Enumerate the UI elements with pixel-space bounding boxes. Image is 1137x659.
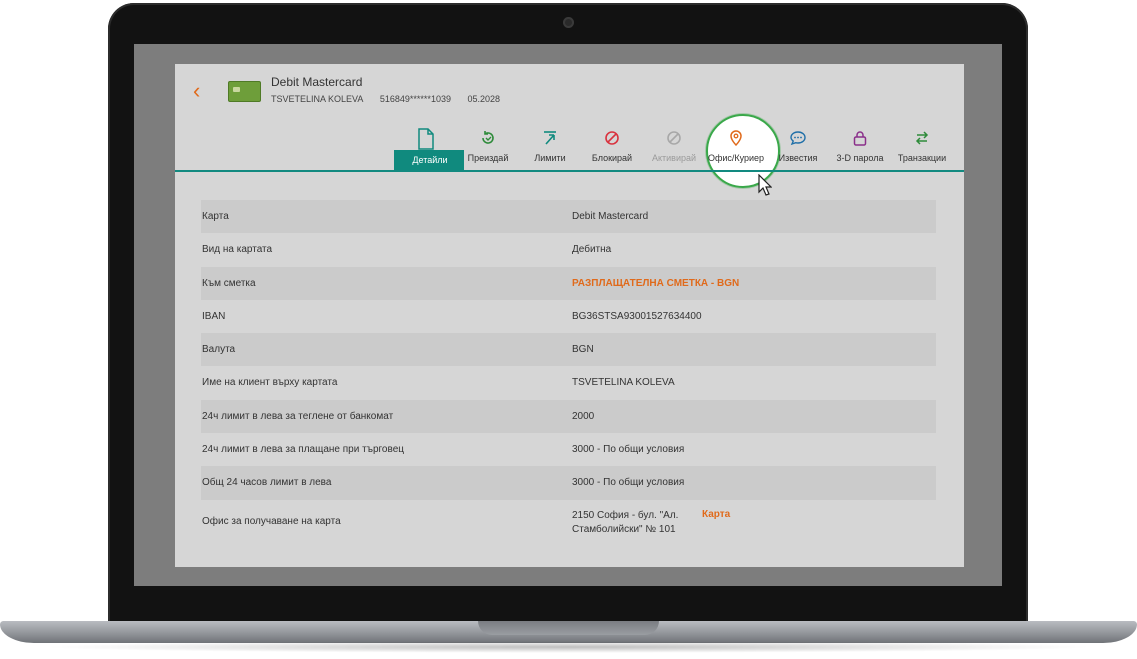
table-row: Валута BGN (201, 333, 936, 367)
card-holder: TSVETELINA KOLEVA (271, 94, 364, 104)
row-label: Вид на картата (202, 244, 273, 256)
card-title: Debit Mastercard (271, 75, 363, 89)
tab-transactions[interactable]: Транзакции (891, 124, 953, 170)
table-row: Към сметка РАЗПЛАЩАТЕЛНА СМЕТКА - BGN (201, 266, 936, 300)
document-icon (395, 128, 457, 150)
row-label: IBAN (202, 310, 226, 322)
location-pin-icon (705, 130, 767, 147)
tab-block[interactable]: Блокирай (581, 124, 643, 170)
card-details-panel: ‹ Debit Mastercard TSVETELINA KOLEVA 516… (175, 64, 964, 567)
row-value: Debit Mastercard (572, 211, 649, 222)
activate-icon (643, 130, 705, 146)
row-label: 24ч лимит в лева за плащане при търговец (202, 444, 404, 456)
row-value: Дебитна (572, 244, 612, 256)
block-icon (581, 130, 643, 146)
card-expiry: 05.2028 (467, 94, 501, 104)
table-row: 24ч лимит в лева за плащане при търговец… (201, 433, 936, 466)
account-link[interactable]: РАЗПЛАЩАТЕЛНА СМЕТКА - BGN (572, 278, 739, 289)
row-label: Име на клиент върху картата (202, 377, 338, 389)
table-row: Вид на картата Дебитна (201, 233, 936, 266)
transfer-icon (891, 130, 953, 146)
laptop-shadow (40, 641, 1097, 653)
row-label: 24ч лимит в лева за теглене от банкомат (202, 410, 394, 422)
card-details-table: Карта Debit Mastercard Вид на картата Де… (201, 200, 936, 548)
row-label: Към сметка (202, 277, 256, 289)
row-value: BG36STSA93001527634400 (572, 310, 702, 322)
tab-details[interactable]: Детайли (394, 124, 464, 170)
table-row: Карта Debit Mastercard (201, 200, 936, 234)
map-link[interactable]: Карта (702, 509, 730, 520)
tab-underline (175, 170, 964, 172)
lock-icon (829, 130, 891, 146)
chat-icon (767, 130, 829, 146)
tab-label: Транзакции (897, 153, 947, 163)
limits-icon (519, 130, 581, 146)
tab-3d-password[interactable]: 3-D парола (829, 124, 891, 170)
refresh-icon (457, 130, 519, 146)
table-row: Общ 24 часов лимит в лева 3000 - По общи… (201, 466, 936, 500)
laptop-notch (478, 621, 659, 635)
card-subtitle: TSVETELINA KOLEVA 516849******1039 05.20… (271, 94, 514, 104)
tab-notifications[interactable]: Известия (767, 124, 829, 170)
row-label: Карта (202, 211, 229, 222)
row-value: TSVETELINA KOLEVA (572, 377, 675, 389)
card-thumbnail (228, 81, 261, 102)
tab-activate: Активирай (643, 124, 705, 170)
row-value: 3000 - По общи условия (572, 477, 685, 489)
tab-limits[interactable]: Лимити (519, 124, 581, 170)
action-tabs: Детайли Преиздай Лимити Блокирай Активир… (394, 124, 953, 170)
card-number: 516849******1039 (379, 94, 451, 104)
row-value: BGN (572, 344, 594, 356)
row-label: Общ 24 часов лимит в лева (202, 477, 332, 489)
table-row: Офис за получаване на карта 2150 София -… (201, 500, 936, 548)
row-label: Офис за получаване на карта (202, 515, 341, 527)
row-value: 2150 София - бул. "Ал. Стамболийски" № 1… (572, 509, 679, 535)
row-value: 3000 - По общи условия (572, 444, 685, 456)
row-value: 2000 (572, 410, 595, 422)
table-row: 24ч лимит в лева за теглене от банкомат … (201, 399, 936, 434)
table-row: Име на клиент върху картата TSVETELINA K… (201, 366, 936, 399)
mouse-pointer-icon (758, 174, 772, 196)
camera-icon (563, 17, 574, 28)
table-row: IBAN BG36STSA93001527634400 (201, 300, 936, 333)
back-chevron-icon[interactable]: ‹ (193, 80, 213, 102)
row-label: Валута (202, 344, 236, 356)
tab-reissue[interactable]: Преиздай (457, 124, 519, 170)
tab-office-courier[interactable]: Офис/Куриер (705, 124, 767, 170)
